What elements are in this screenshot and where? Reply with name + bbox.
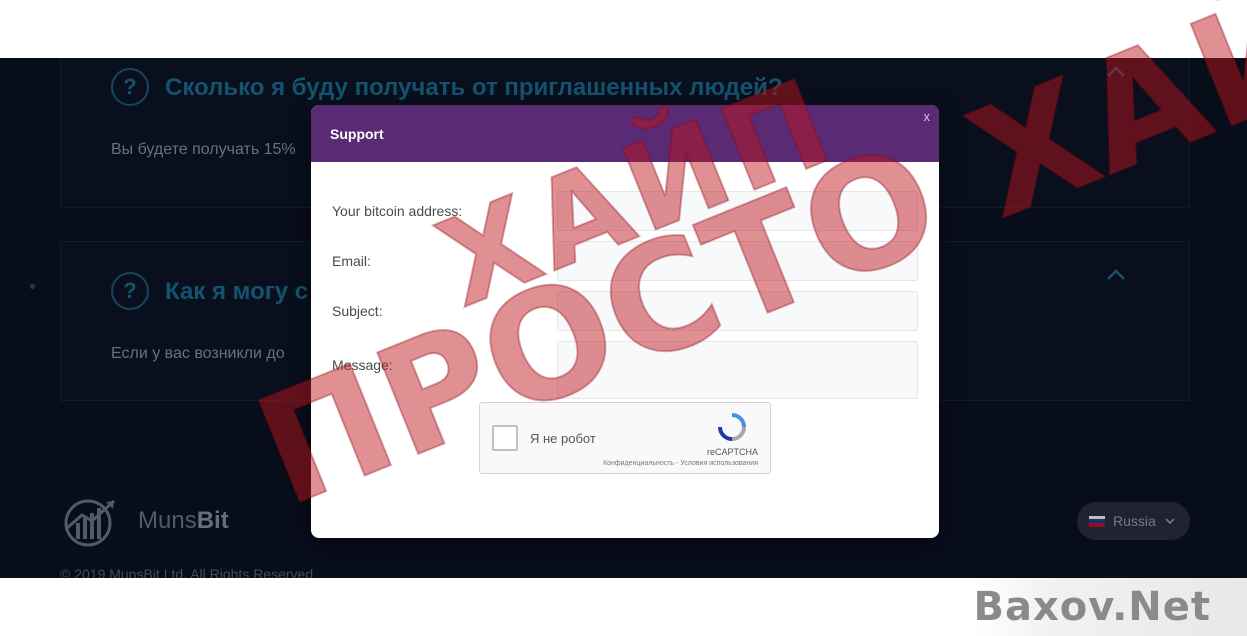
form-row-email: Email:: [332, 241, 918, 281]
question-icon: ?: [111, 68, 149, 106]
support-modal: Support x Your bitcoin address: Email: S…: [311, 105, 939, 538]
question-icon: ?: [111, 272, 149, 310]
munsbit-logo-icon: [64, 499, 116, 547]
recaptcha-label: Я не робот: [530, 431, 596, 446]
recaptcha-widget: Я не робот reCAPTCHA Конфиденциальность …: [479, 402, 771, 474]
logo-suffix: Bit: [196, 507, 229, 534]
faq-answer: Вы будете получать 15%: [111, 141, 296, 158]
modal-header: Support x: [311, 105, 939, 162]
copyright: © 2019 MunsBit Ltd. All Rights Reserved: [60, 566, 314, 578]
recaptcha-terms[interactable]: Конфиденциальность - Условия использован…: [603, 460, 758, 467]
chevron-up-icon[interactable]: [1105, 61, 1127, 83]
bitcoin-address-input[interactable]: [557, 191, 918, 231]
screenshot: ? Сколько я буду получать от приглашенны…: [0, 0, 1247, 636]
modal-title: Support: [330, 125, 384, 142]
site-watermark: Baxov.Net: [972, 578, 1247, 636]
recaptcha-checkbox[interactable]: [492, 425, 518, 451]
faq-answer: Если у вас возникли до: [111, 345, 285, 362]
subject-input[interactable]: [557, 291, 918, 331]
message-label: Message:: [332, 357, 393, 373]
faq-question: Как я могу с: [165, 278, 309, 305]
language-label: Russia: [1113, 513, 1156, 529]
chevron-up-icon[interactable]: [1105, 264, 1127, 286]
recaptcha-brand: reCAPTCHA: [706, 447, 758, 457]
faq-question: Сколько я буду получать от приглашенных …: [165, 74, 783, 101]
email-input[interactable]: [557, 241, 918, 281]
form-row-message: Message:: [332, 341, 918, 399]
footer-logo[interactable]: MunsBit: [60, 493, 229, 549]
decor-dot: [30, 284, 35, 289]
russia-flag-icon: [1089, 515, 1105, 527]
language-selector[interactable]: Russia: [1077, 502, 1190, 540]
site-watermark-text: Baxov.Net: [973, 584, 1211, 630]
form-row-bitcoin: Your bitcoin address:: [332, 191, 918, 231]
close-button[interactable]: x: [924, 109, 931, 124]
logo-name: Muns: [138, 507, 197, 534]
email-label: Email:: [332, 253, 371, 269]
message-input[interactable]: [557, 341, 918, 399]
form-row-subject: Subject:: [332, 291, 918, 331]
recaptcha-icon: [718, 413, 746, 441]
subject-label: Subject:: [332, 303, 383, 319]
chevron-down-icon: [1165, 518, 1175, 525]
bitcoin-address-label: Your bitcoin address:: [332, 203, 463, 219]
